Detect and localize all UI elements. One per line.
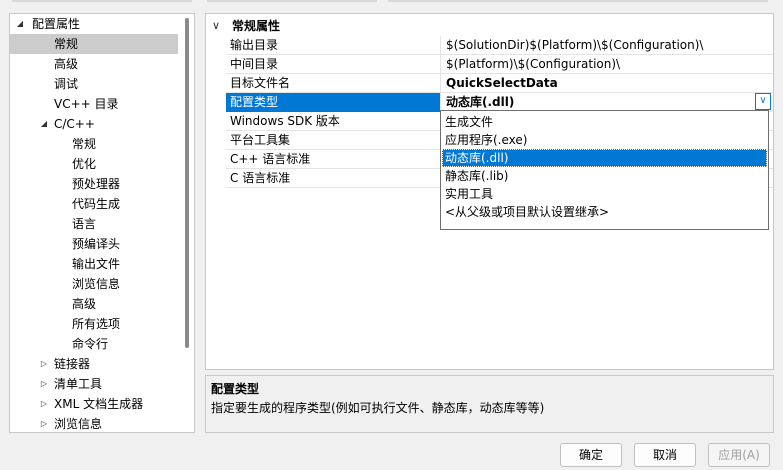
property-name: 平台工具集: [230, 133, 291, 147]
property-value[interactable]: $(Platform)\$(Configuration)\: [446, 55, 620, 74]
top-strip: [0, 0, 783, 8]
expanded-arrow-icon[interactable]: ◢: [38, 114, 50, 134]
cancel-button[interactable]: 取消: [634, 443, 696, 467]
tree-item[interactable]: ▷ 浏览信息: [10, 414, 178, 432]
tree-item-label: 预编译头: [72, 237, 121, 251]
tree-item[interactable]: 常规: [10, 34, 178, 54]
tree-item-label: 优化: [72, 157, 97, 171]
tree-item-label: 浏览信息: [72, 277, 121, 291]
tree-item-label: 所有选项: [72, 317, 121, 331]
top-tab-left: [12, 0, 192, 2]
tree-item-label: 常规: [72, 137, 97, 151]
property-value[interactable]: QuickSelectData: [446, 74, 558, 93]
tree-item[interactable]: 语言: [10, 214, 178, 234]
dropdown-option[interactable]: 动态库(.dll): [442, 149, 767, 167]
property-name: C 语言标准: [230, 171, 291, 185]
property-row[interactable]: 输出目录 $(SolutionDir)$(Platform)\$(Configur…: [226, 36, 773, 55]
dropdown-option[interactable]: 静态库(.lib): [442, 167, 767, 185]
tree-item-label: VC++ 目录: [54, 97, 119, 111]
property-row[interactable]: 目标文件名 QuickSelectData: [226, 74, 773, 93]
tree-item[interactable]: ▷ 链接器: [10, 354, 178, 374]
tree-item-label: 高级: [72, 297, 97, 311]
tree-item-label: 配置属性: [32, 17, 81, 31]
tree-item-label: 输出文件: [72, 257, 121, 271]
dropdown-option[interactable]: 实用工具: [442, 185, 767, 203]
collapsed-arrow-icon[interactable]: ▷: [38, 354, 50, 374]
property-value[interactable]: $(SolutionDir)$(Platform)\$(Configuratio…: [446, 36, 703, 55]
tree-item[interactable]: 所有选项: [10, 314, 178, 334]
column-divider[interactable]: [440, 55, 441, 74]
tree-item[interactable]: ◢ 配置属性: [10, 14, 178, 34]
tree-item[interactable]: ◢ C/C++: [10, 114, 178, 134]
tree-item[interactable]: ▷ XML 文档生成器: [10, 394, 178, 414]
tree-scrollbar[interactable]: [185, 18, 189, 348]
dropdown-option[interactable]: <从父级或项目默认设置继承>: [442, 203, 767, 221]
property-name: 配置类型: [226, 93, 440, 112]
collapse-chevron-icon[interactable]: ∨: [212, 16, 220, 36]
top-tab-right: [388, 0, 768, 2]
property-tree[interactable]: ◢ 配置属性 常规 高级 调试 VC++ 目录 ◢ C/C++ 常规 优化 预处理器 代码生成 语言 预编…: [9, 13, 195, 433]
tree-item-label: 高级: [54, 57, 79, 71]
tree-item[interactable]: 优化: [10, 154, 178, 174]
tree-item-label: 预处理器: [72, 177, 121, 191]
dropdown-chevron-icon[interactable]: ∨: [755, 93, 771, 110]
tree-item[interactable]: 高级: [10, 294, 178, 314]
description-panel: 配置类型 指定要生成的程序类型(例如可执行文件、静态库，动态库等等): [205, 375, 774, 433]
expanded-arrow-icon[interactable]: ◢: [14, 14, 26, 34]
property-name: C++ 语言标准: [230, 152, 311, 166]
property-name: 输出目录: [230, 38, 279, 52]
tree-item[interactable]: VC++ 目录: [10, 94, 178, 114]
tree-item[interactable]: 命令行: [10, 334, 178, 354]
tree-item-label: 常规: [54, 37, 79, 51]
top-tab-mid: [207, 0, 377, 2]
tree-item-label: 代码生成: [72, 197, 121, 211]
tree-item[interactable]: 预处理器: [10, 174, 178, 194]
tree-item-label: 命令行: [72, 337, 109, 351]
property-row[interactable]: 中间目录 $(Platform)\$(Configuration)\: [226, 55, 773, 74]
tree-item-label: C/C++: [54, 117, 95, 131]
property-name: 中间目录: [230, 57, 279, 71]
tree-item[interactable]: 代码生成: [10, 194, 178, 214]
ok-button[interactable]: 确定: [560, 443, 622, 467]
config-type-dropdown-list[interactable]: 生成文件 应用程序(.exe) 动态库(.dll) 静态库(.lib) 实用工具 <从父级…: [440, 110, 769, 230]
tree-item[interactable]: 高级: [10, 54, 178, 74]
tree-item-label: 浏览信息: [54, 417, 103, 431]
column-divider[interactable]: [440, 36, 441, 55]
column-divider[interactable]: [440, 74, 441, 93]
tree-item[interactable]: 调试: [10, 74, 178, 94]
tree-item[interactable]: 预编译头: [10, 234, 178, 254]
category-title: 常规属性: [232, 19, 281, 33]
tree-item-label: 链接器: [54, 357, 91, 371]
tree-item-label: 语言: [72, 217, 97, 231]
dropdown-option[interactable]: 生成文件: [442, 113, 767, 131]
description-title: 配置类型: [211, 382, 260, 396]
property-name: 目标文件名: [230, 76, 291, 90]
tree-item[interactable]: 输出文件: [10, 254, 178, 274]
property-name: Windows SDK 版本: [230, 114, 340, 128]
tree-item-label: XML 文档生成器: [54, 397, 144, 411]
apply-button[interactable]: 应用(A): [708, 443, 770, 467]
tree-item[interactable]: ▷ 清单工具: [10, 374, 178, 394]
tree-item-label: 调试: [54, 77, 79, 91]
tree-item[interactable]: 浏览信息: [10, 274, 178, 294]
description-text: 指定要生成的程序类型(例如可执行文件、静态库，动态库等等): [211, 401, 545, 415]
collapsed-arrow-icon[interactable]: ▷: [38, 394, 50, 414]
category-header[interactable]: ∨ 常规属性: [206, 16, 766, 36]
tree-item-label: 清单工具: [54, 377, 103, 391]
dropdown-option[interactable]: 应用程序(.exe): [442, 131, 767, 149]
collapsed-arrow-icon[interactable]: ▷: [38, 414, 50, 432]
collapsed-arrow-icon[interactable]: ▷: [38, 374, 50, 394]
tree-item[interactable]: 常规: [10, 134, 178, 154]
